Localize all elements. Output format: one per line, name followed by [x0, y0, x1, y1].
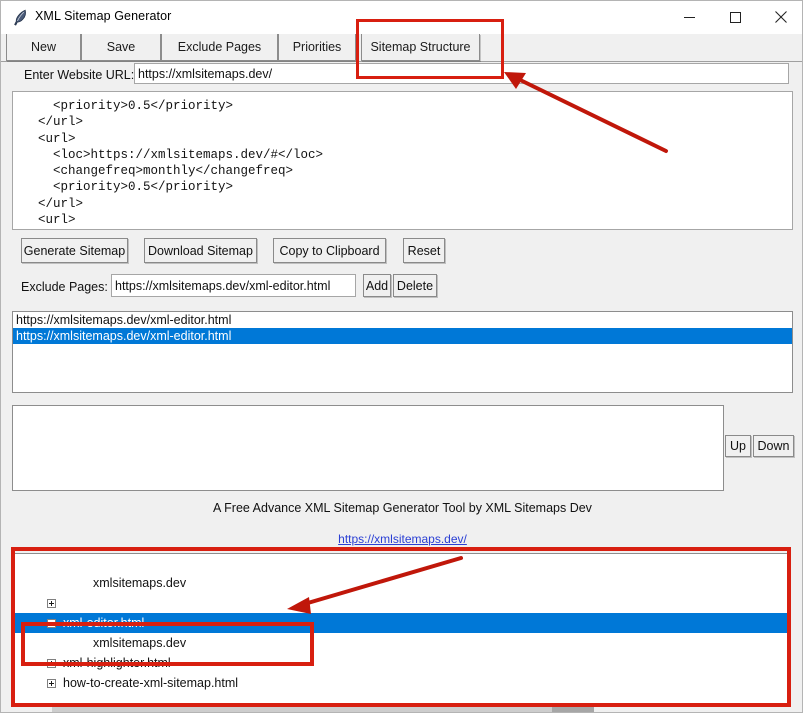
- expand-plus-icon[interactable]: [47, 658, 56, 668]
- tree-row-label: xmlsitemaps.dev: [93, 636, 187, 650]
- close-icon: [775, 11, 787, 23]
- maximize-button[interactable]: [712, 1, 758, 33]
- generate-sitemap-button[interactable]: Generate Sitemap: [21, 238, 128, 263]
- delete-exclude-button[interactable]: Delete: [393, 274, 437, 297]
- tree-row-label: xml-highlighter.html: [63, 656, 171, 670]
- reset-button[interactable]: Reset: [403, 238, 445, 263]
- move-up-button[interactable]: Up: [725, 435, 751, 457]
- tab-save[interactable]: Save: [81, 34, 161, 61]
- window-title: XML Sitemap Generator: [35, 9, 172, 23]
- tab-new[interactable]: New: [6, 34, 81, 61]
- website-url-label: Enter Website URL:: [24, 68, 135, 82]
- exclude-pages-input[interactable]: https://xmlsitemaps.dev/xml-editor.html: [111, 274, 356, 297]
- footer-link[interactable]: https://xmlsitemaps.dev/: [1, 532, 802, 546]
- website-url-input[interactable]: https://xmlsitemaps.dev/: [134, 63, 789, 84]
- download-sitemap-button[interactable]: Download Sitemap: [144, 238, 257, 263]
- sitemap-structure-tree[interactable]: xmlsitemaps.dev xml-editor.html xmlsitem…: [14, 553, 791, 705]
- tree-horizontal-scrollbar[interactable]: [14, 705, 791, 712]
- footer-note: A Free Advance XML Sitemap Generator Too…: [213, 501, 592, 515]
- add-exclude-button[interactable]: Add: [363, 274, 391, 297]
- expand-plus-icon[interactable]: [47, 598, 56, 608]
- tree-row[interactable]: xmlsitemaps.dev: [15, 633, 790, 653]
- tab-exclude-pages[interactable]: Exclude Pages: [161, 34, 278, 61]
- tab-sitemap-structure[interactable]: Sitemap Structure: [361, 34, 480, 61]
- move-down-button[interactable]: Down: [753, 435, 794, 457]
- tree-row[interactable]: how-to-create-xml-sitemap.html: [15, 673, 790, 693]
- tree-row[interactable]: xmlsitemaps.dev: [15, 573, 790, 593]
- close-button[interactable]: [758, 1, 802, 33]
- feather-quill-icon: [12, 9, 29, 27]
- exclude-pages-list[interactable]: https://xmlsitemaps.dev/xml-editor.html …: [12, 311, 793, 393]
- title-bar: XML Sitemap Generator: [1, 1, 802, 34]
- expand-plus-icon[interactable]: [47, 678, 56, 688]
- sitemap-order-list[interactable]: [12, 405, 724, 491]
- minimize-icon: [683, 16, 695, 18]
- collapse-minus-icon[interactable]: [47, 618, 56, 628]
- list-item[interactable]: https://xmlsitemaps.dev/xml-editor.html: [13, 328, 792, 344]
- tree-row-label: xmlsitemaps.dev: [93, 576, 187, 590]
- xml-output-text: <priority>0.5</priority> </url> <url> <l…: [38, 99, 324, 228]
- tree-row[interactable]: xml-editor.html: [15, 613, 790, 633]
- xml-output-area[interactable]: <priority>0.5</priority> </url> <url> <l…: [12, 91, 793, 230]
- maximize-icon: [729, 11, 741, 23]
- tree-row[interactable]: xml-highlighter.html: [15, 653, 790, 673]
- scrollbar-track-segment[interactable]: [52, 705, 552, 712]
- tab-priorities[interactable]: Priorities: [278, 34, 356, 61]
- exclude-pages-label: Exclude Pages:: [21, 280, 108, 294]
- tab-strip: New Save Exclude Pages Priorities Sitema…: [1, 34, 802, 62]
- tree-row-label: how-to-create-xml-sitemap.html: [63, 676, 239, 690]
- minimize-button[interactable]: [666, 1, 712, 33]
- tree-row[interactable]: [15, 593, 790, 613]
- copy-to-clipboard-button[interactable]: Copy to Clipboard: [273, 238, 386, 263]
- tree-row-label: xml-editor.html: [63, 616, 145, 630]
- application-window: XML Sitemap Generator New Save Exclude P…: [0, 0, 803, 713]
- scrollbar-thumb[interactable]: [552, 705, 594, 712]
- list-item[interactable]: https://xmlsitemaps.dev/xml-editor.html: [13, 312, 792, 328]
